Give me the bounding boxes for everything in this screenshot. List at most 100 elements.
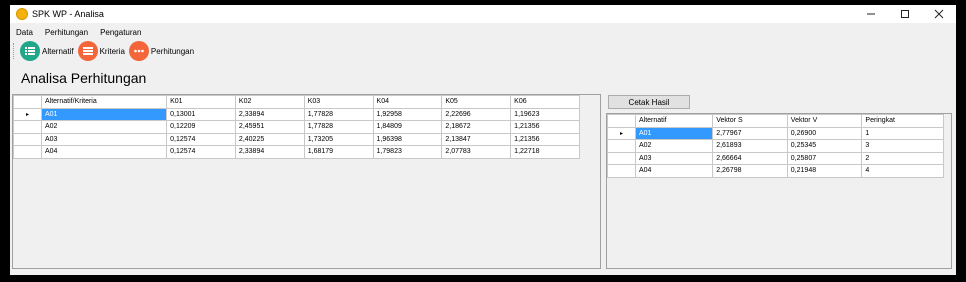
maximize-icon xyxy=(901,10,909,18)
table-cell[interactable]: 1,92958 xyxy=(372,107,443,121)
row-header-corner xyxy=(13,95,42,109)
table-cell[interactable]: 0,25345 xyxy=(786,139,863,153)
table-row[interactable]: A03 2,66664 0,25807 2 xyxy=(607,151,944,165)
table-cell[interactable]: A04 xyxy=(40,145,168,159)
row-header[interactable] xyxy=(607,139,636,153)
table-cell[interactable]: 1 xyxy=(861,126,944,140)
window-title: SPK WP - Analisa xyxy=(32,9,104,19)
page-title: Analisa Perhitungan xyxy=(21,70,147,86)
column-header[interactable]: K06 xyxy=(510,95,580,109)
list-icon xyxy=(20,41,40,61)
row-pointer-icon: ▸ xyxy=(607,126,636,140)
table-cell[interactable]: 2,18672 xyxy=(441,120,512,134)
perhitungan-button[interactable]: Perhitungan xyxy=(128,41,194,61)
table-cell[interactable]: 2,66664 xyxy=(712,151,788,165)
row-header[interactable] xyxy=(13,132,42,146)
menu-bar: Data Perhitungan Pengaturan xyxy=(10,25,147,39)
column-header[interactable]: Vektor V xyxy=(786,114,863,128)
table-cell[interactable]: 1,68179 xyxy=(303,145,374,159)
table-cell[interactable]: 0,25807 xyxy=(786,151,863,165)
table-cell[interactable]: 1,96398 xyxy=(372,132,443,146)
table-cell[interactable]: A02 xyxy=(634,139,714,153)
table-cell[interactable]: 1,84809 xyxy=(372,120,443,134)
table-cell[interactable]: 2 xyxy=(861,151,944,165)
row-header[interactable] xyxy=(607,164,636,178)
column-header[interactable]: Alternatif xyxy=(634,114,714,128)
table-cell[interactable]: 2,33894 xyxy=(234,145,305,159)
column-header[interactable]: K05 xyxy=(441,95,512,109)
criteria-matrix-table[interactable]: Alternatif/Kriteria K01 K02 K03 K04 K05 … xyxy=(13,95,580,159)
result-table[interactable]: Alternatif Vektor S Vektor V Peringkat ▸… xyxy=(607,114,944,178)
table-cell[interactable]: 3 xyxy=(861,139,944,153)
menu-lines-icon xyxy=(77,41,98,61)
table-cell[interactable]: 0,12209 xyxy=(166,120,236,134)
row-header[interactable] xyxy=(607,151,636,165)
table-cell[interactable]: 2,61893 xyxy=(712,139,788,153)
column-header[interactable]: K02 xyxy=(234,95,305,109)
table-cell[interactable]: 2,45951 xyxy=(234,120,305,134)
row-header[interactable] xyxy=(13,120,42,134)
column-header[interactable]: K01 xyxy=(166,95,236,109)
table-cell[interactable]: 0,12574 xyxy=(166,132,236,146)
kriteria-button[interactable]: Kriteria xyxy=(77,41,125,61)
table-row[interactable]: A04 2,26798 0,21948 4 xyxy=(607,164,944,178)
menu-data[interactable]: Data xyxy=(10,28,39,37)
table-cell[interactable]: 4 xyxy=(861,164,944,178)
row-pointer-icon: ▸ xyxy=(13,107,42,121)
table-cell[interactable]: 2,13847 xyxy=(441,132,512,146)
close-button[interactable] xyxy=(922,5,956,23)
table-header-row: Alternatif/Kriteria K01 K02 K03 K04 K05 … xyxy=(13,95,580,109)
table-cell[interactable]: 2,26798 xyxy=(712,164,788,178)
table-cell[interactable]: A04 xyxy=(634,164,714,178)
toolbar-grip[interactable] xyxy=(13,43,16,59)
title-bar: SPK WP - Analisa xyxy=(10,5,956,23)
table-cell[interactable]: 2,77967 xyxy=(712,126,788,140)
table-cell[interactable]: 1,21356 xyxy=(510,120,580,134)
table-row[interactable]: A02 0,12209 2,45951 1,77828 1,84809 2,18… xyxy=(13,120,580,134)
cetak-hasil-button[interactable]: Cetak Hasil xyxy=(608,95,690,109)
table-cell[interactable]: 1,21356 xyxy=(510,132,580,146)
table-cell[interactable]: 2,07783 xyxy=(441,145,512,159)
close-icon xyxy=(934,9,944,19)
more-dots-icon xyxy=(128,41,149,61)
table-cell[interactable]: A01 xyxy=(634,126,714,140)
minimize-button[interactable] xyxy=(854,5,888,23)
table-header-row: Alternatif Vektor S Vektor V Peringkat xyxy=(607,114,944,128)
column-header[interactable]: K04 xyxy=(372,95,443,109)
table-cell[interactable]: A03 xyxy=(634,151,714,165)
table-cell[interactable]: 0,13001 xyxy=(166,107,236,121)
row-header[interactable] xyxy=(13,145,42,159)
table-row[interactable]: A03 0,12574 2,40225 1,73205 1,96398 2,13… xyxy=(13,132,580,146)
column-header[interactable]: Alternatif/Kriteria xyxy=(40,95,168,109)
kriteria-label: Kriteria xyxy=(99,46,125,56)
alternatif-button[interactable]: Alternatif xyxy=(20,41,74,61)
column-header[interactable]: Peringkat xyxy=(861,114,944,128)
table-cell[interactable]: 0,26900 xyxy=(786,126,863,140)
table-row[interactable]: A04 0,12574 2,33894 1,68179 1,79823 2,07… xyxy=(13,145,580,159)
menu-perhitungan[interactable]: Perhitungan xyxy=(39,28,94,37)
maximize-button[interactable] xyxy=(888,5,922,23)
table-cell[interactable]: 1,19623 xyxy=(510,107,580,121)
table-cell[interactable]: 0,21948 xyxy=(786,164,863,178)
table-cell[interactable]: 1,22718 xyxy=(510,145,580,159)
table-cell[interactable]: 0,12574 xyxy=(166,145,236,159)
table-row[interactable]: A02 2,61893 0,25345 3 xyxy=(607,139,944,153)
menu-pengaturan[interactable]: Pengaturan xyxy=(94,28,147,37)
table-cell[interactable]: 2,33894 xyxy=(234,107,305,121)
table-row[interactable]: ▸ A01 0,13001 2,33894 1,77828 1,92958 2,… xyxy=(13,107,580,121)
toolbar: Alternatif Kriteria Perhitungan xyxy=(10,41,956,61)
table-cell[interactable]: 1,73205 xyxy=(303,132,374,146)
table-cell[interactable]: 1,79823 xyxy=(372,145,443,159)
table-cell[interactable]: A03 xyxy=(40,132,168,146)
minimize-icon xyxy=(867,13,875,15)
alternatif-label: Alternatif xyxy=(42,46,74,56)
column-header[interactable]: K03 xyxy=(303,95,374,109)
table-cell[interactable]: 2,22696 xyxy=(441,107,512,121)
column-header[interactable]: Vektor S xyxy=(712,114,788,128)
table-cell[interactable]: A02 xyxy=(40,120,168,134)
table-row[interactable]: ▸ A01 2,77967 0,26900 1 xyxy=(607,126,944,140)
table-cell[interactable]: 1,77828 xyxy=(303,107,374,121)
table-cell[interactable]: 2,40225 xyxy=(234,132,305,146)
table-cell[interactable]: 1,77828 xyxy=(303,120,374,134)
table-cell[interactable]: A01 xyxy=(40,107,168,121)
